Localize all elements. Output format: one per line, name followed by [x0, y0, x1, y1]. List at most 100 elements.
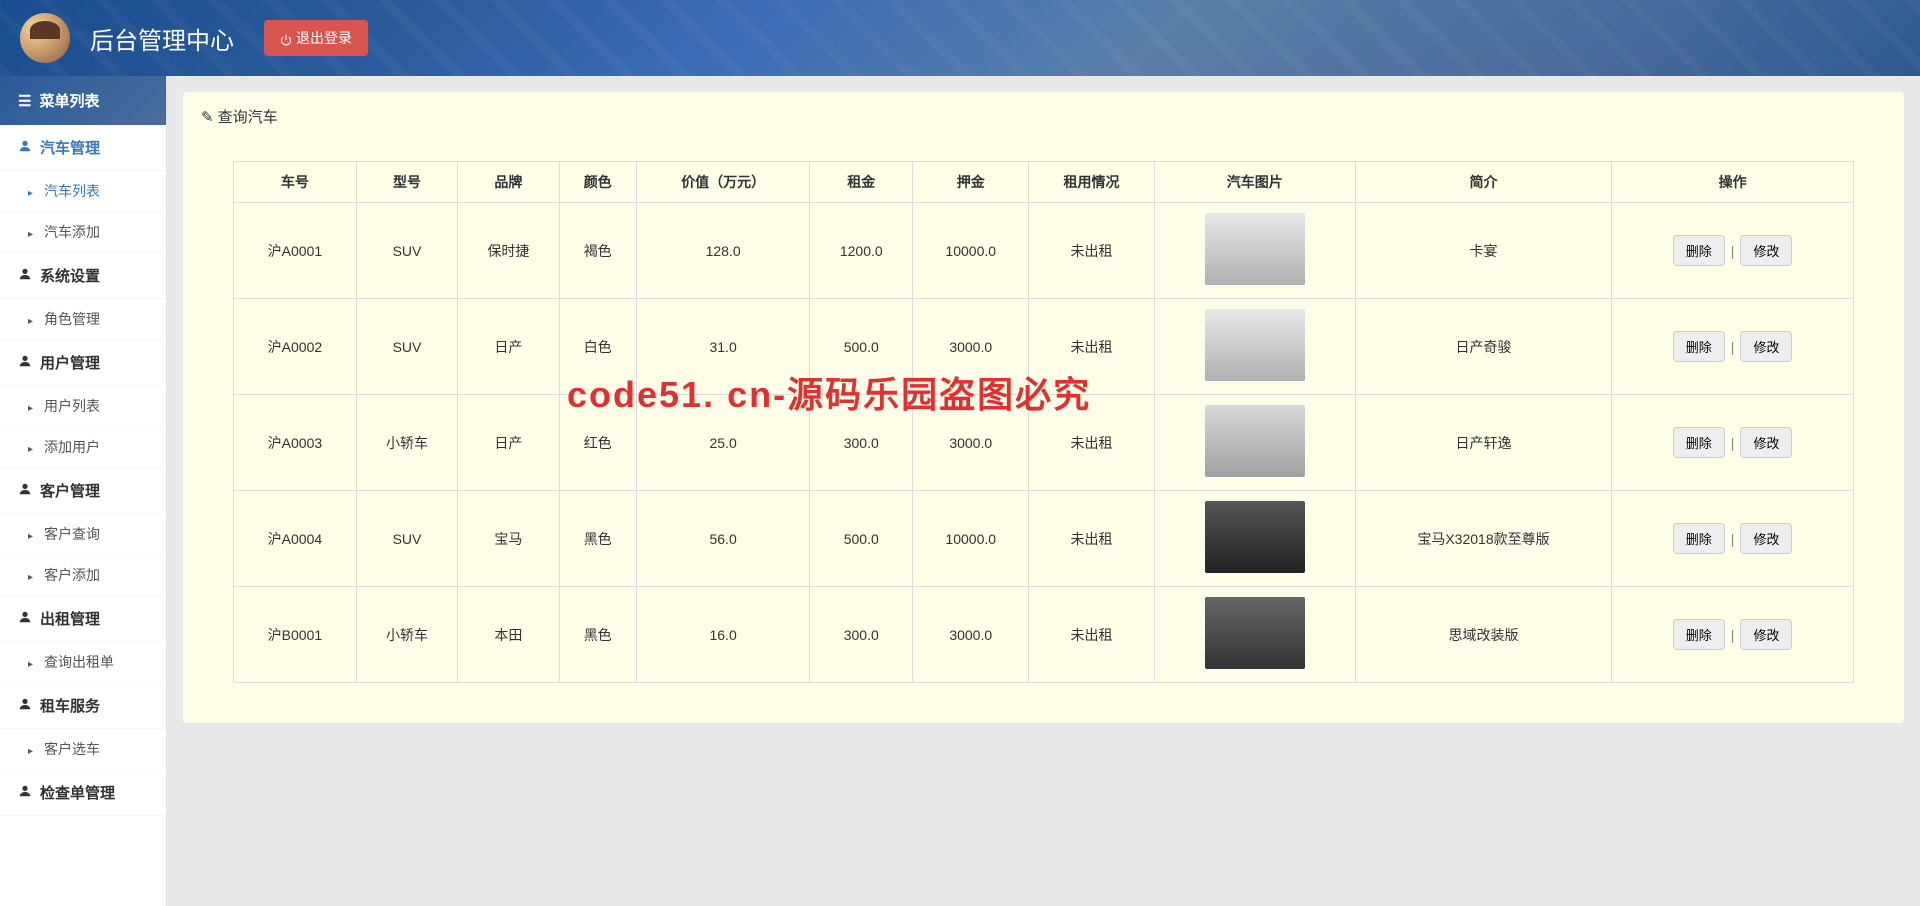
car-image[interactable] [1205, 501, 1305, 573]
delete-button[interactable]: 删除 [1673, 235, 1725, 266]
user-icon [18, 697, 32, 715]
edit-button[interactable]: 修改 [1740, 619, 1792, 650]
action-separator: | [1731, 531, 1735, 547]
delete-button[interactable]: 删除 [1673, 331, 1725, 362]
table-cell: 黑色 [559, 587, 636, 683]
avatar[interactable] [20, 13, 70, 63]
nav-item[interactable]: ▸ 汽车列表 [0, 171, 166, 212]
image-cell [1154, 395, 1355, 491]
table-row: 沪A0001SUV保时捷褐色128.01200.010000.0未出租卡宴删除|… [234, 203, 1854, 299]
panel: ✎查询汽车 车号型号品牌颜色价值（万元）租金押金租用情况汽车图片简介操作 沪A0… [183, 92, 1904, 723]
table-header: 型号 [356, 162, 457, 203]
table-header: 租金 [810, 162, 913, 203]
table-header: 押金 [913, 162, 1029, 203]
nav-item[interactable]: ▸查询出租单 [0, 642, 166, 683]
edit-button[interactable]: 修改 [1740, 523, 1792, 554]
desc-cell: 日产奇骏 [1355, 299, 1611, 395]
table-row: 沪A0003小轿车日产红色25.0300.03000.0未出租日产轩逸删除|修改 [234, 395, 1854, 491]
nav-item[interactable]: ▸用户列表 [0, 386, 166, 427]
table-cell: 未出租 [1029, 587, 1154, 683]
menu-icon: ☰ [18, 92, 31, 110]
panel-header: ✎查询汽车 [183, 92, 1904, 141]
table-row: 沪A0002SUV日产白色31.0500.03000.0未出租日产奇骏删除|修改 [234, 299, 1854, 395]
nav-group-label: 客户管理 [40, 483, 100, 500]
edit-icon: ✎ [201, 108, 214, 126]
nav-group[interactable]: 用户管理 [0, 340, 166, 386]
nav-item[interactable]: ▸角色管理 [0, 299, 166, 340]
chevron-right-icon: ▸ [28, 659, 38, 670]
nav-item[interactable]: ▸客户选车 [0, 729, 166, 770]
table-cell: 500.0 [810, 491, 913, 587]
user-icon [18, 267, 32, 285]
nav-group[interactable]: 出租管理 [0, 596, 166, 642]
table-header: 简介 [1355, 162, 1611, 203]
table-cell: 1200.0 [810, 203, 913, 299]
table-cell: SUV [356, 299, 457, 395]
car-image[interactable] [1205, 309, 1305, 381]
table-cell: 3000.0 [913, 299, 1029, 395]
chevron-right-icon: ▸ [28, 188, 38, 199]
user-icon [18, 610, 32, 628]
table-cell: 小轿车 [356, 395, 457, 491]
action-separator: | [1731, 243, 1735, 259]
sidebar-header: ☰ 菜单列表 [0, 76, 166, 125]
table-cell: SUV [356, 491, 457, 587]
user-icon [18, 354, 32, 372]
sidebar-header-label: 菜单列表 [39, 93, 99, 110]
table-wrap: 车号型号品牌颜色价值（万元）租金押金租用情况汽车图片简介操作 沪A0001SUV… [183, 141, 1904, 723]
edit-button[interactable]: 修改 [1740, 427, 1792, 458]
header: 后台管理中心 退出登录 [0, 0, 1920, 76]
nav-item-label: 汽车列表 [44, 183, 100, 199]
nav-item[interactable]: ▸添加用户 [0, 427, 166, 468]
action-separator: | [1731, 339, 1735, 355]
nav-group-label: 租车服务 [40, 698, 100, 715]
chevron-right-icon: ▸ [28, 531, 38, 542]
sidebar: ☰ 菜单列表 汽车管理 ▸ 汽车列表 ▸汽车添加系统设置▸角色管理用户管理 ▸用户列表▸添… [0, 76, 167, 906]
nav-item[interactable]: ▸客户添加 [0, 555, 166, 596]
chevron-right-icon: ▸ [28, 316, 38, 327]
car-image[interactable] [1205, 597, 1305, 669]
table-cell: 300.0 [810, 395, 913, 491]
chevron-right-icon: ▸ [28, 444, 38, 455]
logout-label: 退出登录 [296, 30, 352, 46]
delete-button[interactable]: 删除 [1673, 619, 1725, 650]
car-image[interactable] [1205, 405, 1305, 477]
logout-button[interactable]: 退出登录 [264, 20, 368, 56]
nav-item[interactable]: ▸汽车添加 [0, 212, 166, 253]
table-cell: 未出租 [1029, 491, 1154, 587]
nav-group-label: 用户管理 [40, 355, 100, 372]
table-cell: 沪A0004 [234, 491, 357, 587]
nav-group-label: 出租管理 [40, 611, 100, 628]
nav-group[interactable]: 系统设置 [0, 253, 166, 299]
table-cell: 未出租 [1029, 395, 1154, 491]
table-cell: 沪A0001 [234, 203, 357, 299]
desc-cell: 思域改装版 [1355, 587, 1611, 683]
car-image[interactable] [1205, 213, 1305, 285]
desc-cell: 日产轩逸 [1355, 395, 1611, 491]
action-cell: 删除 | 修改 [1612, 299, 1854, 395]
nav-group[interactable]: 汽车管理 [0, 125, 166, 171]
table-header: 操作 [1612, 162, 1854, 203]
table-cell: 未出租 [1029, 203, 1154, 299]
nav-item-label: 客户查询 [44, 526, 100, 542]
action-cell: 删除 | 修改 [1612, 491, 1854, 587]
nav-group[interactable]: 客户管理 [0, 468, 166, 514]
table-cell: 日产 [458, 395, 559, 491]
table-cell: 保时捷 [458, 203, 559, 299]
table-cell: 日产 [458, 299, 559, 395]
cars-table: 车号型号品牌颜色价值（万元）租金押金租用情况汽车图片简介操作 沪A0001SUV… [233, 161, 1854, 683]
delete-button[interactable]: 删除 [1673, 427, 1725, 458]
nav-item[interactable]: ▸ 客户查询 [0, 514, 166, 555]
edit-button[interactable]: 修改 [1740, 331, 1792, 362]
app-title: 后台管理中心 [90, 21, 234, 56]
edit-button[interactable]: 修改 [1740, 235, 1792, 266]
nav-group[interactable]: 租车服务 [0, 683, 166, 729]
table-cell: SUV [356, 203, 457, 299]
table-cell: 白色 [559, 299, 636, 395]
content: ✎查询汽车 车号型号品牌颜色价值（万元）租金押金租用情况汽车图片简介操作 沪A0… [167, 76, 1920, 906]
action-cell: 删除 | 修改 [1612, 203, 1854, 299]
action-cell: 删除|修改 [1612, 395, 1854, 491]
delete-button[interactable]: 删除 [1673, 523, 1725, 554]
nav-group[interactable]: 检查单管理 [0, 770, 166, 816]
table-cell: 3000.0 [913, 395, 1029, 491]
